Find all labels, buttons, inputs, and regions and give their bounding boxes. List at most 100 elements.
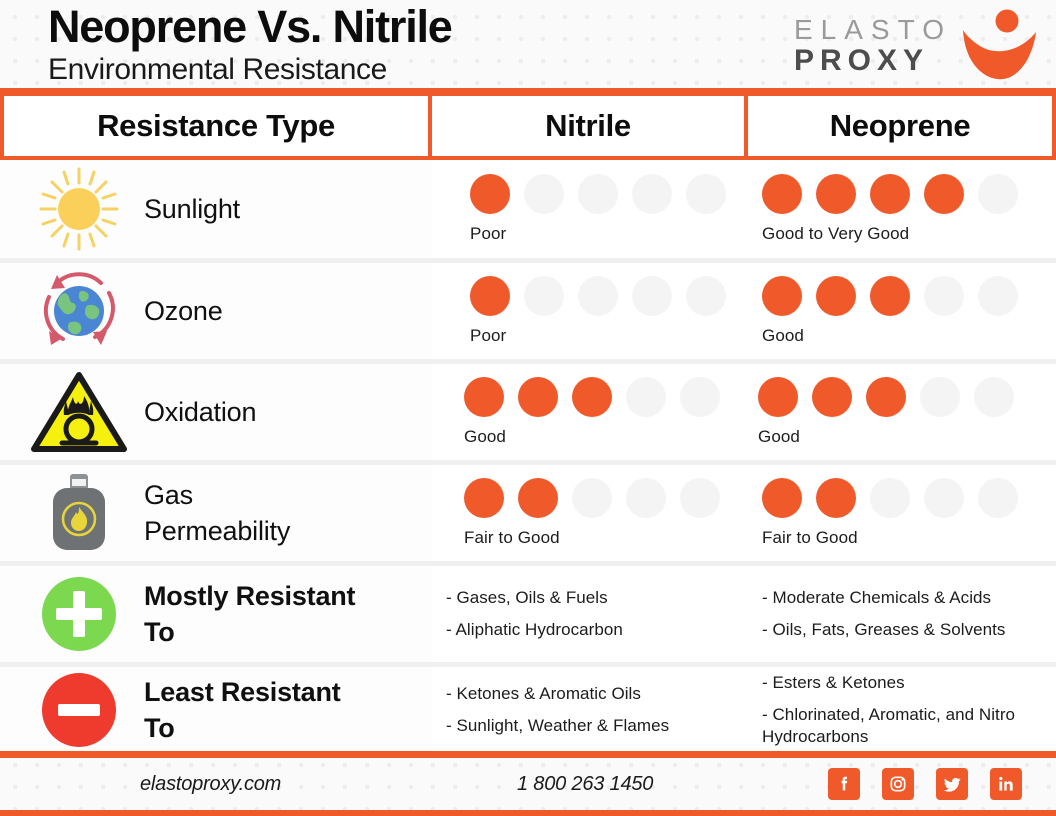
rating-dots xyxy=(758,377,1056,417)
page-title: Neoprene Vs. Nitrile xyxy=(48,1,453,52)
rating-dot xyxy=(758,377,798,417)
bullet-item: - Esters & Ketones xyxy=(762,672,905,692)
table-header-row: Resistance Type Nitrile Neoprene xyxy=(0,92,1056,160)
rating-dot xyxy=(924,478,964,518)
rating-label: Fair to Good xyxy=(464,528,560,547)
neoprene-bullets-cell: - Esters & Ketones - Chlorinated, Aromat… xyxy=(748,667,1056,752)
rating-label: Good xyxy=(464,427,506,446)
rating-label: Good xyxy=(762,326,804,345)
bullet-item: - Oils, Fats, Greases & Solvents xyxy=(762,620,1006,639)
footer-phone[interactable]: 1 800 263 1450 xyxy=(517,773,653,796)
bullet-item: - Aliphatic Hydrocarbon xyxy=(446,620,623,639)
rating-dot xyxy=(518,478,558,518)
rating-dot xyxy=(920,377,960,417)
rating-dot xyxy=(762,276,802,316)
rating-dot xyxy=(978,174,1018,214)
rating-dots xyxy=(464,377,748,417)
rating-dot xyxy=(978,276,1018,316)
oxidizer-hazard-icon xyxy=(20,369,138,455)
nitrile-bullets-cell: - Ketones & Aromatic Oils - Sunlight, We… xyxy=(432,667,748,752)
column-header-neoprene: Neoprene xyxy=(748,92,1056,160)
rating-label: Poor xyxy=(470,224,507,243)
rating-dot xyxy=(924,276,964,316)
row-label: Ozone xyxy=(144,296,223,326)
rating-dot xyxy=(762,478,802,518)
rating-dot xyxy=(686,276,726,316)
row-label-cell: Sunlight xyxy=(0,160,432,258)
bullet-item: - Ketones & Aromatic Oils xyxy=(446,683,641,703)
rating-dot xyxy=(464,377,504,417)
footer-website[interactable]: elastoproxy.com xyxy=(140,773,281,796)
rating-dot xyxy=(680,377,720,417)
rating-dot xyxy=(870,478,910,518)
rating-dot xyxy=(816,478,856,518)
rating-label: Good xyxy=(758,427,800,446)
facebook-icon[interactable] xyxy=(828,768,860,800)
linkedin-icon[interactable] xyxy=(990,768,1022,800)
instagram-icon[interactable] xyxy=(882,768,914,800)
row-label: Mostly Resistant To xyxy=(144,581,356,647)
table-body: Sunlight Poor Good to Very Good Ozone Po… xyxy=(0,160,1056,752)
rating-dot xyxy=(974,377,1014,417)
table-row: Gas Permeability Fair to Good Fair to Go… xyxy=(0,465,1056,561)
row-label: Sunlight xyxy=(144,194,240,224)
rating-dot xyxy=(686,174,726,214)
title-block: Neoprene Vs. Nitrile Environmental Resis… xyxy=(48,1,453,88)
row-label-cell: Oxidation xyxy=(0,364,432,460)
nitrile-rating-cell: Good xyxy=(432,364,748,460)
table-row: Mostly Resistant To - Gases, Oils & Fuels… xyxy=(0,566,1056,662)
nitrile-rating-cell: Poor xyxy=(432,160,748,258)
social-links xyxy=(828,768,1022,800)
neoprene-bullets-cell: - Moderate Chemicals & Acids - Oils, Fat… xyxy=(748,566,1056,662)
neoprene-rating-cell: Good to Very Good xyxy=(748,160,1056,258)
table-row: Sunlight Poor Good to Very Good xyxy=(0,160,1056,258)
rating-label: Poor xyxy=(470,326,507,345)
table-row: Least Resistant To - Ketones & Aromatic O… xyxy=(0,667,1056,752)
rating-dot xyxy=(578,174,618,214)
row-label-cell: Mostly Resistant To xyxy=(0,566,432,662)
neoprene-rating-cell: Good xyxy=(748,263,1056,359)
rating-dot xyxy=(518,377,558,417)
rating-dots xyxy=(470,276,748,316)
rating-label: Good to Very Good xyxy=(762,224,910,243)
table-row: Ozone Poor Good xyxy=(0,263,1056,359)
footer: elastoproxy.com 1 800 263 1450 xyxy=(0,758,1056,810)
rating-dot xyxy=(524,276,564,316)
gas-tank-icon xyxy=(20,470,138,556)
nitrile-bullets-cell: - Gases, Oils & Fuels - Aliphatic Hydroc… xyxy=(432,566,748,662)
rating-dot xyxy=(524,174,564,214)
elasto-proxy-swoosh-figure-icon xyxy=(963,9,1036,80)
rating-dots xyxy=(470,174,748,214)
rating-dot xyxy=(470,276,510,316)
bullet-item: - Gases, Oils & Fuels xyxy=(446,588,608,607)
rating-dot xyxy=(812,377,852,417)
rating-dot xyxy=(632,276,672,316)
page-subtitle: Environmental Resistance xyxy=(48,53,387,86)
rating-dot xyxy=(924,174,964,214)
rating-dot xyxy=(572,478,612,518)
rating-dot xyxy=(978,478,1018,518)
rating-dots xyxy=(464,478,748,518)
bullet-item: - Sunlight, Weather & Flames xyxy=(446,715,670,735)
rating-dot xyxy=(572,377,612,417)
neoprene-rating-cell: Fair to Good xyxy=(748,465,1056,561)
row-label-cell: Least Resistant To xyxy=(0,667,432,752)
rating-dot xyxy=(816,276,856,316)
rating-dot xyxy=(470,174,510,214)
row-label: Gas Permeability xyxy=(144,480,291,546)
row-label-cell: Ozone xyxy=(0,263,432,359)
column-header-resistance-type: Resistance Type xyxy=(0,92,432,160)
rating-dot xyxy=(632,174,672,214)
row-label: Oxidation xyxy=(144,397,257,427)
rating-dots xyxy=(762,478,1056,518)
rating-dot xyxy=(626,377,666,417)
bullet-item: - Chlorinated, Aromatic, and Nitro Hydro… xyxy=(762,704,1016,746)
rating-dot xyxy=(870,276,910,316)
twitter-icon[interactable] xyxy=(936,768,968,800)
rating-dot xyxy=(816,174,856,214)
rating-dot xyxy=(680,478,720,518)
rating-dot xyxy=(578,276,618,316)
footer-bottom-rule xyxy=(0,810,1056,816)
rating-dot xyxy=(464,478,504,518)
sun-icon xyxy=(20,166,138,252)
